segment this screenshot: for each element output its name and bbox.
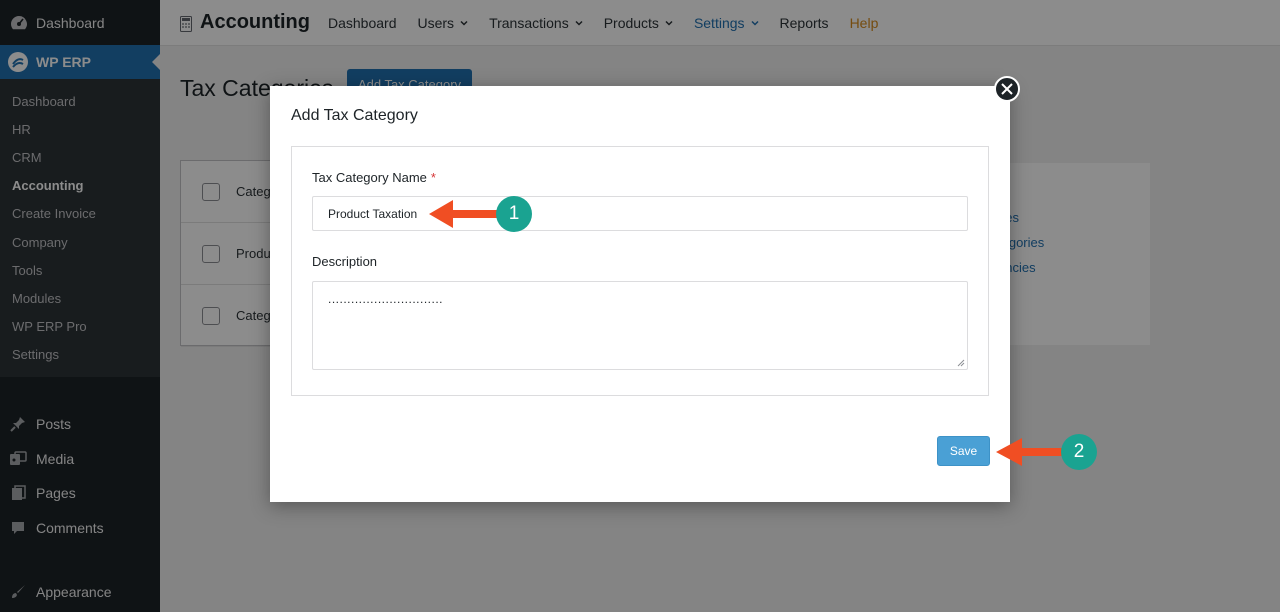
tax-category-name-input[interactable]: Product Taxation [312, 196, 968, 231]
step-badge-1: 1 [496, 196, 532, 232]
step-badge-2: 2 [1061, 434, 1097, 470]
required-mark: * [430, 170, 436, 185]
tax-category-form: Tax Category Name * Product Taxation Desc… [291, 146, 989, 396]
name-label-text: Tax Category Name [312, 170, 427, 185]
description-text: .............................. [328, 292, 444, 306]
name-label: Tax Category Name * [312, 170, 436, 185]
description-label: Description [312, 254, 378, 269]
save-button[interactable]: Save [937, 436, 990, 466]
add-tax-category-modal: Add Tax Category Tax Category Name * Prod… [270, 76, 1020, 502]
modal-title: Add Tax Category [291, 107, 418, 124]
arrow-annotation-2 [996, 438, 1062, 466]
arrow-annotation-1 [429, 200, 500, 228]
resize-handle-icon[interactable] [957, 359, 965, 367]
description-textarea[interactable]: .............................. [312, 281, 968, 370]
close-icon [1001, 83, 1013, 95]
close-button[interactable] [994, 76, 1020, 102]
